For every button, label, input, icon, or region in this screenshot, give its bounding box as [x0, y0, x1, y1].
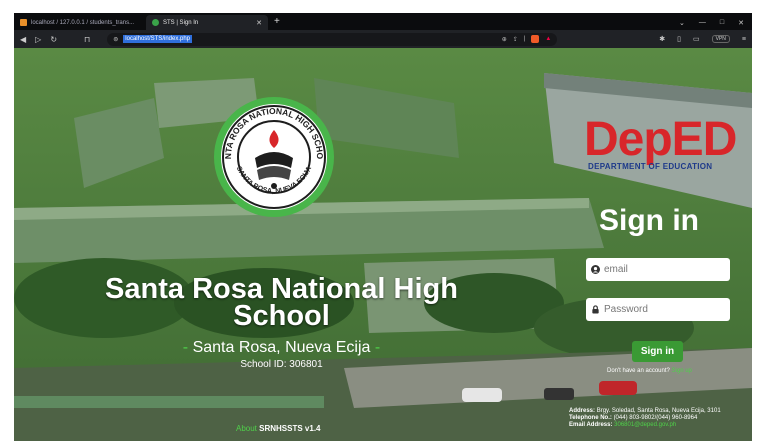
deped-logo: DepED: [584, 113, 737, 166]
browser-toolbar: ◀ ▷ ↻ ⊓ ⊜ localhost/STS/index.php ⊕ ⇪ | …: [14, 30, 752, 48]
share-icon[interactable]: ⇪: [513, 36, 518, 43]
password-input[interactable]: [604, 304, 714, 315]
brave-shields-icon[interactable]: [531, 35, 540, 43]
signup-prompt: Don't have an account? Sign up: [607, 368, 692, 374]
school-id: School ID: 306801: [240, 359, 323, 370]
deped-tagline: DEPARTMENT OF EDUCATION: [588, 162, 713, 171]
close-tab-icon[interactable]: ✕: [256, 19, 262, 27]
vpn-button[interactable]: VPN: [711, 35, 730, 43]
no-account-text: Don't have an account?: [607, 368, 670, 374]
menu-icon[interactable]: ≡: [742, 36, 746, 43]
tab-label: localhost / 127.0.0.1 / students_trans..…: [31, 19, 135, 26]
address-bar[interactable]: ⊜ localhost/STS/index.php ⊕ ⇪ | ▲: [107, 32, 558, 46]
dash-right: -: [374, 339, 381, 356]
email-label: Email Address:: [569, 422, 613, 428]
zoom-icon[interactable]: ⊕: [502, 36, 507, 43]
tab-phpmyadmin[interactable]: localhost / 127.0.0.1 / students_trans..…: [14, 15, 146, 30]
tab-strip: localhost / 127.0.0.1 / students_trans..…: [14, 13, 752, 30]
window-controls: ⌄ — □ ✕: [679, 15, 752, 30]
lock-icon: [592, 305, 599, 314]
tab-search-icon[interactable]: ⌄: [679, 19, 685, 27]
browser-window: localhost / 127.0.0.1 / students_trans..…: [14, 13, 752, 441]
sidebar-icon[interactable]: ▯: [677, 35, 681, 43]
back-icon[interactable]: ◀: [20, 35, 26, 44]
url-text[interactable]: localhost/STS/index.php: [123, 35, 193, 43]
phone-value: (044) 803-9802/(044) 960-8964: [613, 415, 698, 421]
address-bar-actions: ⊕ ⇪ | ▲: [502, 35, 551, 43]
new-tab-button[interactable]: +: [268, 15, 286, 30]
reload-icon[interactable]: ↻: [50, 35, 57, 44]
email-field[interactable]: [586, 258, 730, 281]
phpmyadmin-favicon-icon: [20, 19, 27, 26]
dash-left: -: [182, 339, 189, 356]
tab-label: STS | Sign In: [163, 19, 199, 26]
email-input[interactable]: [604, 264, 714, 275]
sign-up-link[interactable]: Sign up: [672, 368, 692, 374]
footer-contact: Address: Brgy. Soledad, Santa Rosa, Nuev…: [569, 408, 721, 429]
rewards-icon[interactable]: ▲: [545, 36, 551, 42]
minimize-icon[interactable]: —: [699, 19, 706, 26]
phone-label: Telephone No.:: [569, 415, 612, 421]
site-favicon-icon: [152, 19, 159, 26]
bookmark-icon[interactable]: ⊓: [84, 35, 90, 44]
extensions-icon[interactable]: ✱: [659, 35, 665, 43]
campus-background-image: [14, 48, 752, 441]
sign-in-title: Sign in: [599, 204, 699, 237]
tab-sts-sign-in[interactable]: STS | Sign In ✕: [146, 15, 268, 30]
maximize-icon[interactable]: □: [720, 19, 724, 26]
forward-icon[interactable]: ▷: [35, 35, 41, 44]
address-value: Brgy. Soledad, Santa Rosa, Nueva Ecija, …: [596, 408, 721, 414]
school-seal-logo: SANTA ROSA NATIONAL HIGH SCHOOL SANTA RO…: [213, 96, 334, 217]
about-link[interactable]: About: [236, 424, 257, 433]
toolbar-right: ✱ ▯ ▭ VPN ≡: [659, 35, 746, 43]
footer-about: About SRNHSSTS v1.4: [236, 424, 321, 433]
close-window-icon[interactable]: ✕: [738, 19, 744, 27]
app-version: SRNHSSTS v1.4: [259, 424, 321, 433]
school-name: Santa Rosa National High School: [105, 273, 458, 332]
sign-in-button[interactable]: Sign in: [632, 341, 683, 362]
divider: |: [523, 36, 526, 42]
site-info-icon[interactable]: ⊜: [113, 36, 118, 43]
user-icon: [591, 265, 600, 274]
school-location: Santa Rosa, Nueva Ecija: [192, 339, 371, 356]
address-label: Address:: [569, 408, 596, 414]
wallet-icon[interactable]: ▭: [693, 35, 700, 43]
school-location-line: - Santa Rosa, Nueva Ecija -: [64, 339, 499, 357]
password-field[interactable]: [586, 298, 730, 321]
email-link[interactable]: 306801@deped.gov.ph: [614, 422, 676, 428]
login-page: SANTA ROSA NATIONAL HIGH SCHOOL SANTA RO…: [14, 48, 752, 441]
